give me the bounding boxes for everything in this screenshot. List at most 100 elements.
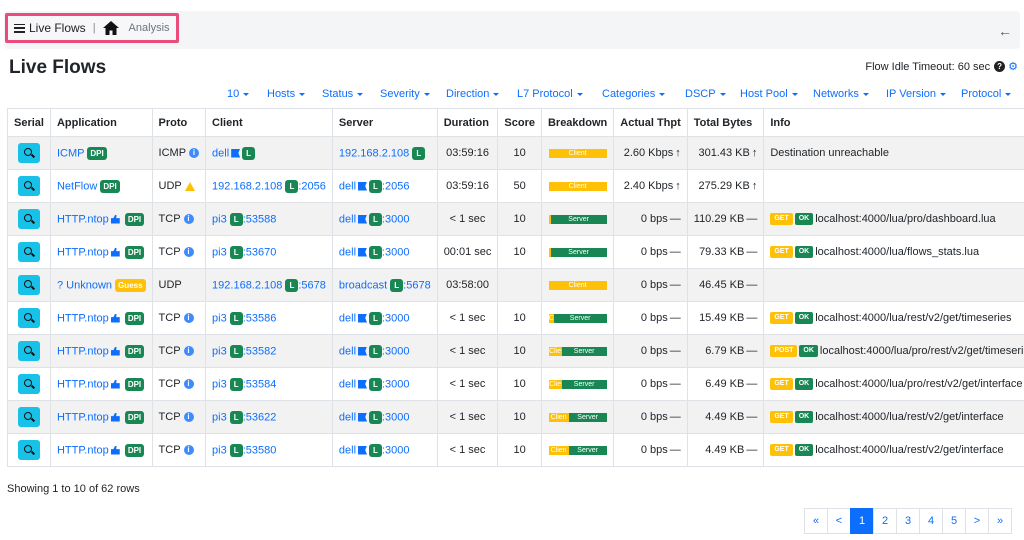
zoom-icon[interactable] [17, 407, 40, 427]
client-port[interactable]: :53586 [243, 312, 277, 324]
gear-icon[interactable]: ⚙ [1008, 60, 1018, 73]
breadcrumb-title[interactable]: Live Flows [29, 21, 86, 35]
server-link[interactable]: dell [339, 312, 356, 324]
client-link[interactable]: pi3 [212, 411, 227, 423]
page-button[interactable]: » [988, 508, 1012, 534]
breadcrumb-sub[interactable]: Analysis [129, 22, 170, 34]
flag-icon [358, 214, 368, 224]
application-link[interactable]: NetFlow [57, 180, 97, 192]
zoom-icon[interactable] [17, 275, 40, 295]
client-port[interactable]: :5678 [298, 279, 326, 291]
column-header[interactable]: Actual Thpt [613, 108, 688, 137]
server-link[interactable]: dell [339, 180, 356, 192]
filter-dropdown[interactable]: Hosts [267, 88, 306, 100]
client-port[interactable]: :53670 [243, 246, 277, 258]
column-header[interactable]: Application [49, 108, 153, 137]
server-port[interactable]: :3000 [382, 411, 410, 423]
server-link[interactable]: dell [339, 246, 356, 258]
server-port[interactable]: :3000 [382, 345, 410, 357]
filter-dropdown[interactable]: 10 [227, 88, 250, 100]
column-header[interactable]: Duration [436, 108, 499, 137]
client-link[interactable]: 192.168.2.108 [212, 279, 282, 291]
column-header[interactable]: Score [497, 108, 542, 137]
filter-dropdown[interactable]: Direction [446, 88, 500, 100]
filter-dropdown[interactable]: Networks [813, 88, 869, 100]
client-link[interactable]: pi3 [212, 312, 227, 324]
server-link[interactable]: 192.168.2.108 [339, 147, 409, 159]
column-header[interactable]: Server [331, 108, 438, 137]
page-button[interactable]: 1 [850, 508, 874, 534]
page-button[interactable]: 2 [873, 508, 897, 534]
page-button[interactable]: 3 [896, 508, 920, 534]
filter-dropdown[interactable]: IP Version [886, 88, 946, 100]
column-header[interactable]: Info [763, 108, 1024, 137]
filter-dropdown[interactable]: Protocol [961, 88, 1012, 100]
application-link[interactable]: HTTP.ntop [57, 444, 109, 456]
page-button[interactable]: « [804, 508, 828, 534]
local-badge: L [229, 443, 243, 457]
filter-dropdown[interactable]: Status [322, 88, 364, 100]
server-link[interactable]: dell [339, 411, 356, 423]
client-port[interactable]: :53588 [243, 213, 277, 225]
filter-dropdown[interactable]: Severity [380, 88, 430, 100]
filter-dropdown[interactable]: DSCP [685, 88, 726, 100]
zoom-icon[interactable] [17, 374, 40, 394]
server-link[interactable]: dell [339, 378, 356, 390]
client-link[interactable]: pi3 [212, 213, 227, 225]
server-link[interactable]: dell [339, 213, 356, 225]
column-header[interactable]: Client [205, 108, 333, 137]
application-link[interactable]: HTTP.ntop [57, 312, 109, 324]
back-arrow-icon[interactable]: ← [998, 23, 1012, 39]
server-port[interactable]: :3000 [382, 312, 410, 324]
page-button[interactable]: 5 [942, 508, 966, 534]
server-port[interactable]: :3000 [382, 213, 410, 225]
home-icon[interactable] [102, 21, 119, 35]
page-button[interactable]: > [965, 508, 989, 534]
server-port[interactable]: :5678 [403, 279, 431, 291]
menu-icon[interactable] [14, 23, 25, 33]
server-port[interactable]: :3000 [382, 444, 410, 456]
server-link[interactable]: dell [339, 444, 356, 456]
application-link[interactable]: HTTP.ntop [57, 411, 109, 423]
zoom-icon[interactable] [17, 308, 40, 328]
client-port[interactable]: :53622 [243, 411, 277, 423]
server-port[interactable]: :3000 [382, 246, 410, 258]
client-link[interactable]: pi3 [212, 246, 227, 258]
column-header[interactable]: Total Bytes [686, 108, 765, 137]
filter-dropdown[interactable]: Categories [602, 88, 666, 100]
client-link[interactable]: pi3 [212, 444, 227, 456]
filter-dropdown[interactable]: L7 Protocol [517, 88, 583, 100]
client-link[interactable]: dell [212, 147, 229, 159]
zoom-icon[interactable] [17, 242, 40, 262]
server-port[interactable]: :3000 [382, 378, 410, 390]
application-link[interactable]: HTTP.ntop [57, 345, 109, 357]
zoom-icon[interactable] [17, 143, 40, 163]
application-cell: HTTP.ntop DPI [49, 400, 153, 434]
client-port[interactable]: :53584 [243, 378, 277, 390]
application-link[interactable]: ICMP [57, 147, 84, 159]
page-button[interactable]: < [827, 508, 851, 534]
application-link[interactable]: HTTP.ntop [57, 213, 109, 225]
column-header[interactable]: Breakdown [540, 108, 615, 137]
column-header[interactable]: Serial [7, 108, 51, 137]
column-header[interactable]: Proto [151, 108, 207, 137]
zoom-icon[interactable] [17, 440, 40, 460]
zoom-icon[interactable] [17, 341, 40, 361]
client-link[interactable]: pi3 [212, 345, 227, 357]
client-port[interactable]: :53580 [243, 444, 277, 456]
zoom-icon[interactable] [17, 209, 40, 229]
client-port[interactable]: :2056 [298, 180, 326, 192]
filter-dropdown[interactable]: Host Pool [740, 88, 798, 100]
application-link[interactable]: HTTP.ntop [57, 246, 109, 258]
client-port[interactable]: :53582 [243, 345, 277, 357]
client-link[interactable]: 192.168.2.108 [212, 180, 282, 192]
zoom-icon[interactable] [17, 176, 40, 196]
application-link[interactable]: HTTP.ntop [57, 378, 109, 390]
help-icon[interactable]: ? [994, 61, 1006, 72]
server-port[interactable]: :2056 [382, 180, 410, 192]
server-link[interactable]: broadcast [339, 279, 387, 291]
page-button[interactable]: 4 [919, 508, 943, 534]
client-link[interactable]: pi3 [212, 378, 227, 390]
server-link[interactable]: dell [339, 345, 356, 357]
application-link[interactable]: Unknown [66, 279, 112, 291]
